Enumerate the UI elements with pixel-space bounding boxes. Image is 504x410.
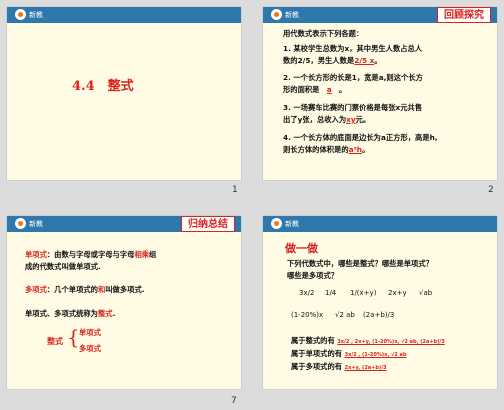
monomial-definition-line-2: 成的代数式叫做单项式. — [25, 262, 101, 271]
question-2-line-2: 形的面积是 a 。 — [283, 85, 347, 94]
answer-polynomials: 属于多项式的有 2x+y, (2a+b)/3 — [291, 362, 387, 371]
logo-icon — [15, 218, 26, 229]
expression-2a-plus-b-over-3: (2a+b)/3 — [363, 311, 395, 319]
publisher-logo: 新教 — [271, 9, 299, 20]
tree-branch-polynomial: 多项式 — [79, 344, 101, 353]
expression-2x-plus-y: 2x+y — [388, 289, 407, 297]
logo-icon — [271, 9, 282, 20]
question-4-line-1: 4. 一个长方体的底面是边长为a正方形，高是h, — [283, 133, 438, 142]
intro-text: 用代数式表示下列各题： — [283, 29, 364, 38]
slide-number-7: 7 — [231, 396, 237, 406]
answer-blank: xy — [346, 115, 356, 124]
expression-sqrt2-ab: √2 ab — [335, 311, 355, 319]
slide-number-1: 1 — [232, 185, 238, 195]
brace-icon: { — [67, 325, 80, 349]
question-4-line-2: 则长方体的体积是的a²h。 — [283, 145, 370, 154]
logo-text: 新教 — [285, 10, 299, 19]
tree-root-label: 整式 — [47, 337, 63, 346]
slide-title: 4.4 整式 — [72, 79, 134, 94]
expression-1-over-x-plus-y: 1/(x+y) — [350, 289, 377, 297]
activity-heading: 做一做 — [285, 242, 318, 255]
slide-4-thumbnail[interactable]: 新教 做一做 下列代数式中，哪些是整式？哪些是单项式？ 哪些是多项式？ 3x/2… — [262, 215, 498, 390]
logo-text: 新教 — [29, 219, 43, 228]
slide-header-bar: 新教 回顾探究 — [263, 7, 497, 23]
question-1-line-1: 1. 某校学生总数为x，其中男生人数占总人 — [283, 44, 423, 53]
slide-header-bar: 新教 归纳总结 — [7, 216, 241, 232]
question-3-line-2: 出了y张，总收入为xy元。 — [283, 115, 371, 124]
question-1-line-2: 数的2/5，男生人数是2/5 x。 — [283, 56, 382, 65]
answer-blank: a — [326, 85, 332, 94]
answer-monomials: 属于单项式的有 3x/2 , (1-20%)x, √2 ab — [291, 349, 407, 358]
answer-blank: a²h — [348, 145, 362, 154]
slide-3-thumbnail[interactable]: 新教 归纳总结 单项式：由数与字母或字母与字母相乘组 成的代数式叫做单项式. 多… — [6, 215, 242, 390]
slide-number-2: 2 — [488, 185, 494, 195]
expression-3x-over-2: 3x/2 — [299, 289, 315, 297]
publisher-logo: 新教 — [15, 9, 43, 20]
slide-1-thumbnail[interactable]: 新教 4.4 整式 — [6, 6, 242, 181]
summary-statement: 单项式、多项式统称为整式. — [25, 309, 116, 318]
slide-2-thumbnail[interactable]: 新教 回顾探究 用代数式表示下列各题： 1. 某校学生总数为x，其中男生人数占总… — [262, 6, 498, 181]
question-3-line-1: 3. 一场赛车比赛的门票价格是每张x元共售 — [283, 103, 423, 112]
polynomial-definition: 多项式：几个单项式的和叫做多项式. — [25, 285, 145, 294]
slide-header-bar: 新教 — [263, 216, 497, 232]
section-tag: 归纳总结 — [181, 216, 235, 232]
question-line-1: 下列代数式中，哪些是整式？哪些是单项式？ — [287, 259, 433, 268]
monomial-definition-line-1: 单项式：由数与字母或字母与字母相乘组 — [25, 250, 157, 259]
logo-icon — [15, 9, 26, 20]
publisher-logo: 新教 — [15, 218, 43, 229]
logo-text: 新教 — [285, 219, 299, 228]
expression-discount-x: (1-20%)x — [291, 311, 324, 319]
expression-1-over-4: 1/4 — [325, 289, 337, 297]
logo-text: 新教 — [29, 10, 43, 19]
question-2-line-1: 2. 一个长方形的长是1，宽是a,则这个长方 — [283, 73, 423, 82]
logo-icon — [271, 218, 282, 229]
expression-sqrt-ab: √ab — [419, 289, 433, 297]
slide-header-bar: 新教 — [7, 7, 241, 23]
question-line-2: 哪些是多项式？ — [287, 271, 339, 280]
answer-polynomials-or-monomials: 属于整式的有 3x/2 , 2x+y, (1-20%)x, √2 ab, (2a… — [291, 336, 445, 345]
tree-branch-monomial: 单项式 — [79, 328, 101, 337]
publisher-logo: 新教 — [271, 218, 299, 229]
answer-blank: 2/5 x — [354, 56, 375, 65]
section-tag: 回顾探究 — [437, 7, 491, 23]
